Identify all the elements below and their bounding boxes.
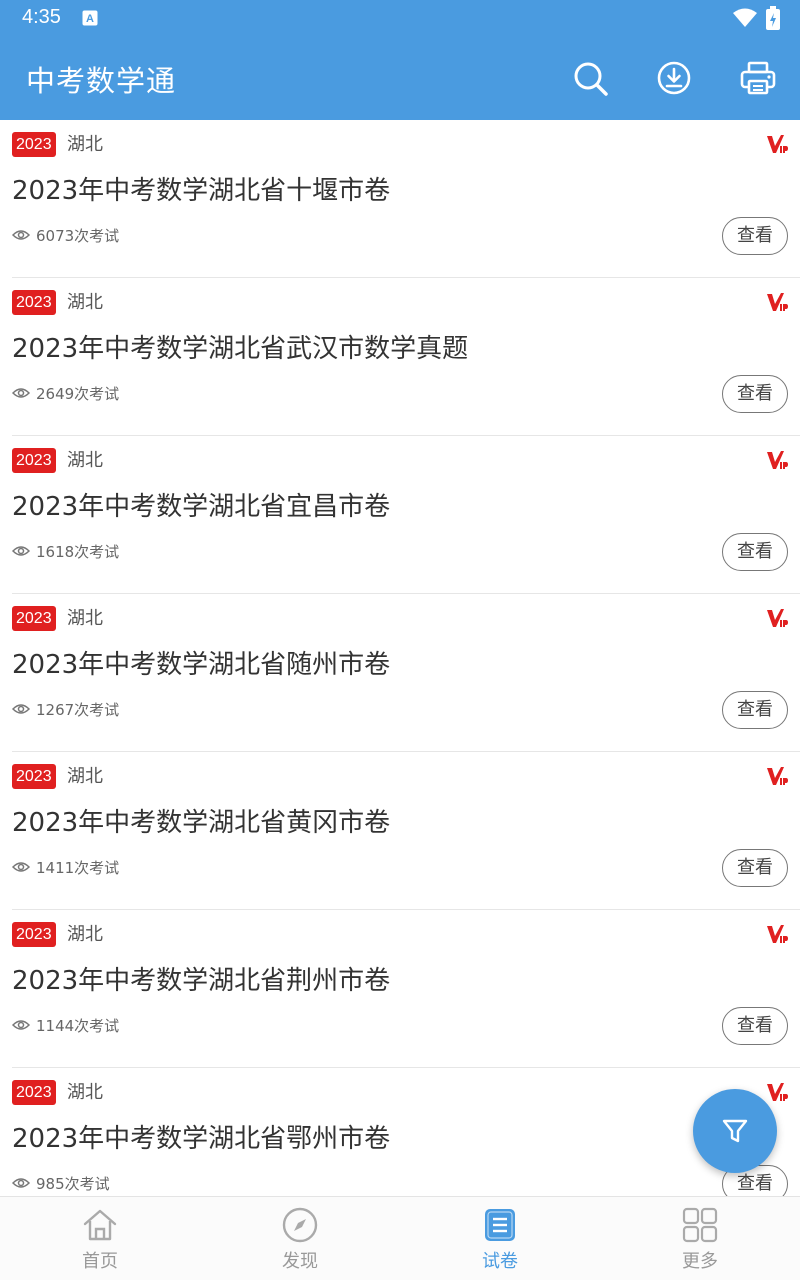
vip-icon xyxy=(767,1083,788,1101)
paper-title[interactable]: 2023年中考数学湖北省黄冈市卷 xyxy=(12,802,390,839)
nav-label: 发现 xyxy=(282,1251,318,1272)
vip-icon xyxy=(767,451,788,469)
status-time: 4:35 xyxy=(22,6,61,28)
year-badge: 2023 xyxy=(12,764,56,789)
nav-more[interactable]: 更多 xyxy=(600,1197,800,1281)
paper-card[interactable]: 2023 湖北 2023年中考数学湖北省随州市卷 1267次考试 查看 xyxy=(12,594,800,752)
paper-card[interactable]: 2023 湖北 2023年中考数学湖北省宜昌市卷 1618次考试 查看 xyxy=(12,436,800,594)
vip-icon xyxy=(767,609,788,627)
province-label: 湖北 xyxy=(67,766,103,787)
status-bar: 4:35 A xyxy=(0,0,800,38)
exam-count: 2649次考试 xyxy=(36,385,120,403)
year-badge: 2023 xyxy=(12,1080,56,1105)
eye-icon xyxy=(12,862,30,872)
view-button[interactable]: 查看 xyxy=(722,533,788,571)
eye-icon xyxy=(12,388,30,398)
paper-card[interactable]: 2023 湖北 2023年中考数学湖北省鄂州市卷 985次考试 查看 xyxy=(12,1068,800,1196)
view-button[interactable]: 查看 xyxy=(722,691,788,729)
paper-card[interactable]: 2023 湖北 2023年中考数学湖北省黄冈市卷 1411次考试 查看 xyxy=(12,752,800,910)
battery-icon xyxy=(766,6,780,30)
filter-icon xyxy=(722,1119,748,1143)
print-icon[interactable] xyxy=(738,58,778,98)
view-button[interactable]: 查看 xyxy=(722,217,788,255)
svg-text:A: A xyxy=(86,13,94,25)
paper-title[interactable]: 2023年中考数学湖北省武汉市数学真题 xyxy=(12,328,468,365)
vip-icon xyxy=(767,925,788,943)
search-icon[interactable] xyxy=(570,58,610,98)
exam-count: 6073次考试 xyxy=(36,227,120,245)
paper-title[interactable]: 2023年中考数学湖北省宜昌市卷 xyxy=(12,486,390,523)
eye-icon xyxy=(12,546,30,556)
exam-count: 1618次考试 xyxy=(36,543,120,561)
paper-title[interactable]: 2023年中考数学湖北省鄂州市卷 xyxy=(12,1118,390,1155)
paper-card[interactable]: 2023 湖北 2023年中考数学湖北省十堰市卷 6073次考试 查看 xyxy=(12,120,800,278)
nav-papers[interactable]: 试卷 xyxy=(400,1197,600,1281)
vip-icon xyxy=(767,767,788,785)
notification-icon: A xyxy=(82,10,98,26)
exam-count: 985次考试 xyxy=(36,1175,110,1193)
home-icon xyxy=(83,1209,117,1241)
eye-icon xyxy=(12,704,30,714)
paper-title[interactable]: 2023年中考数学湖北省十堰市卷 xyxy=(12,170,390,207)
paper-list[interactable]: 2023 湖北 2023年中考数学湖北省十堰市卷 6073次考试 查看 2023… xyxy=(0,120,800,1196)
year-badge: 2023 xyxy=(12,606,56,631)
year-badge: 2023 xyxy=(12,290,56,315)
eye-icon xyxy=(12,1178,30,1188)
vip-icon xyxy=(767,293,788,311)
app-bar: 中考数学通 xyxy=(0,38,800,120)
nav-label: 更多 xyxy=(682,1251,718,1272)
province-label: 湖北 xyxy=(67,608,103,629)
province-label: 湖北 xyxy=(67,1082,103,1103)
exam-count: 1411次考试 xyxy=(36,859,120,877)
grid-icon xyxy=(682,1207,718,1243)
wifi-icon xyxy=(733,8,757,27)
province-label: 湖北 xyxy=(67,450,103,471)
paper-list-icon xyxy=(485,1209,515,1241)
eye-icon xyxy=(12,1020,30,1030)
view-button[interactable]: 查看 xyxy=(722,1007,788,1045)
filter-button[interactable] xyxy=(693,1089,777,1173)
paper-title[interactable]: 2023年中考数学湖北省荆州市卷 xyxy=(12,960,390,997)
paper-card[interactable]: 2023 湖北 2023年中考数学湖北省武汉市数学真题 2649次考试 查看 xyxy=(12,278,800,436)
nav-discover[interactable]: 发现 xyxy=(200,1197,400,1281)
province-label: 湖北 xyxy=(67,924,103,945)
view-button[interactable]: 查看 xyxy=(722,375,788,413)
paper-card[interactable]: 2023 湖北 2023年中考数学湖北省荆州市卷 1144次考试 查看 xyxy=(12,910,800,1068)
nav-label: 首页 xyxy=(82,1251,118,1272)
year-badge: 2023 xyxy=(12,448,56,473)
province-label: 湖北 xyxy=(67,292,103,313)
bottom-nav: 首页 发现 试卷 更多 xyxy=(0,1196,800,1280)
province-label: 湖北 xyxy=(67,134,103,155)
year-badge: 2023 xyxy=(12,922,56,947)
exam-count: 1144次考试 xyxy=(36,1017,120,1035)
app-title: 中考数学通 xyxy=(26,64,177,98)
nav-home[interactable]: 首页 xyxy=(0,1197,200,1281)
year-badge: 2023 xyxy=(12,132,56,157)
nav-label: 试卷 xyxy=(482,1251,518,1272)
vip-icon xyxy=(767,135,788,153)
exam-count: 1267次考试 xyxy=(36,701,120,719)
compass-icon xyxy=(282,1207,318,1243)
paper-title[interactable]: 2023年中考数学湖北省随州市卷 xyxy=(12,644,390,681)
view-button[interactable]: 查看 xyxy=(722,849,788,887)
eye-icon xyxy=(12,230,30,240)
download-icon[interactable] xyxy=(654,58,694,98)
